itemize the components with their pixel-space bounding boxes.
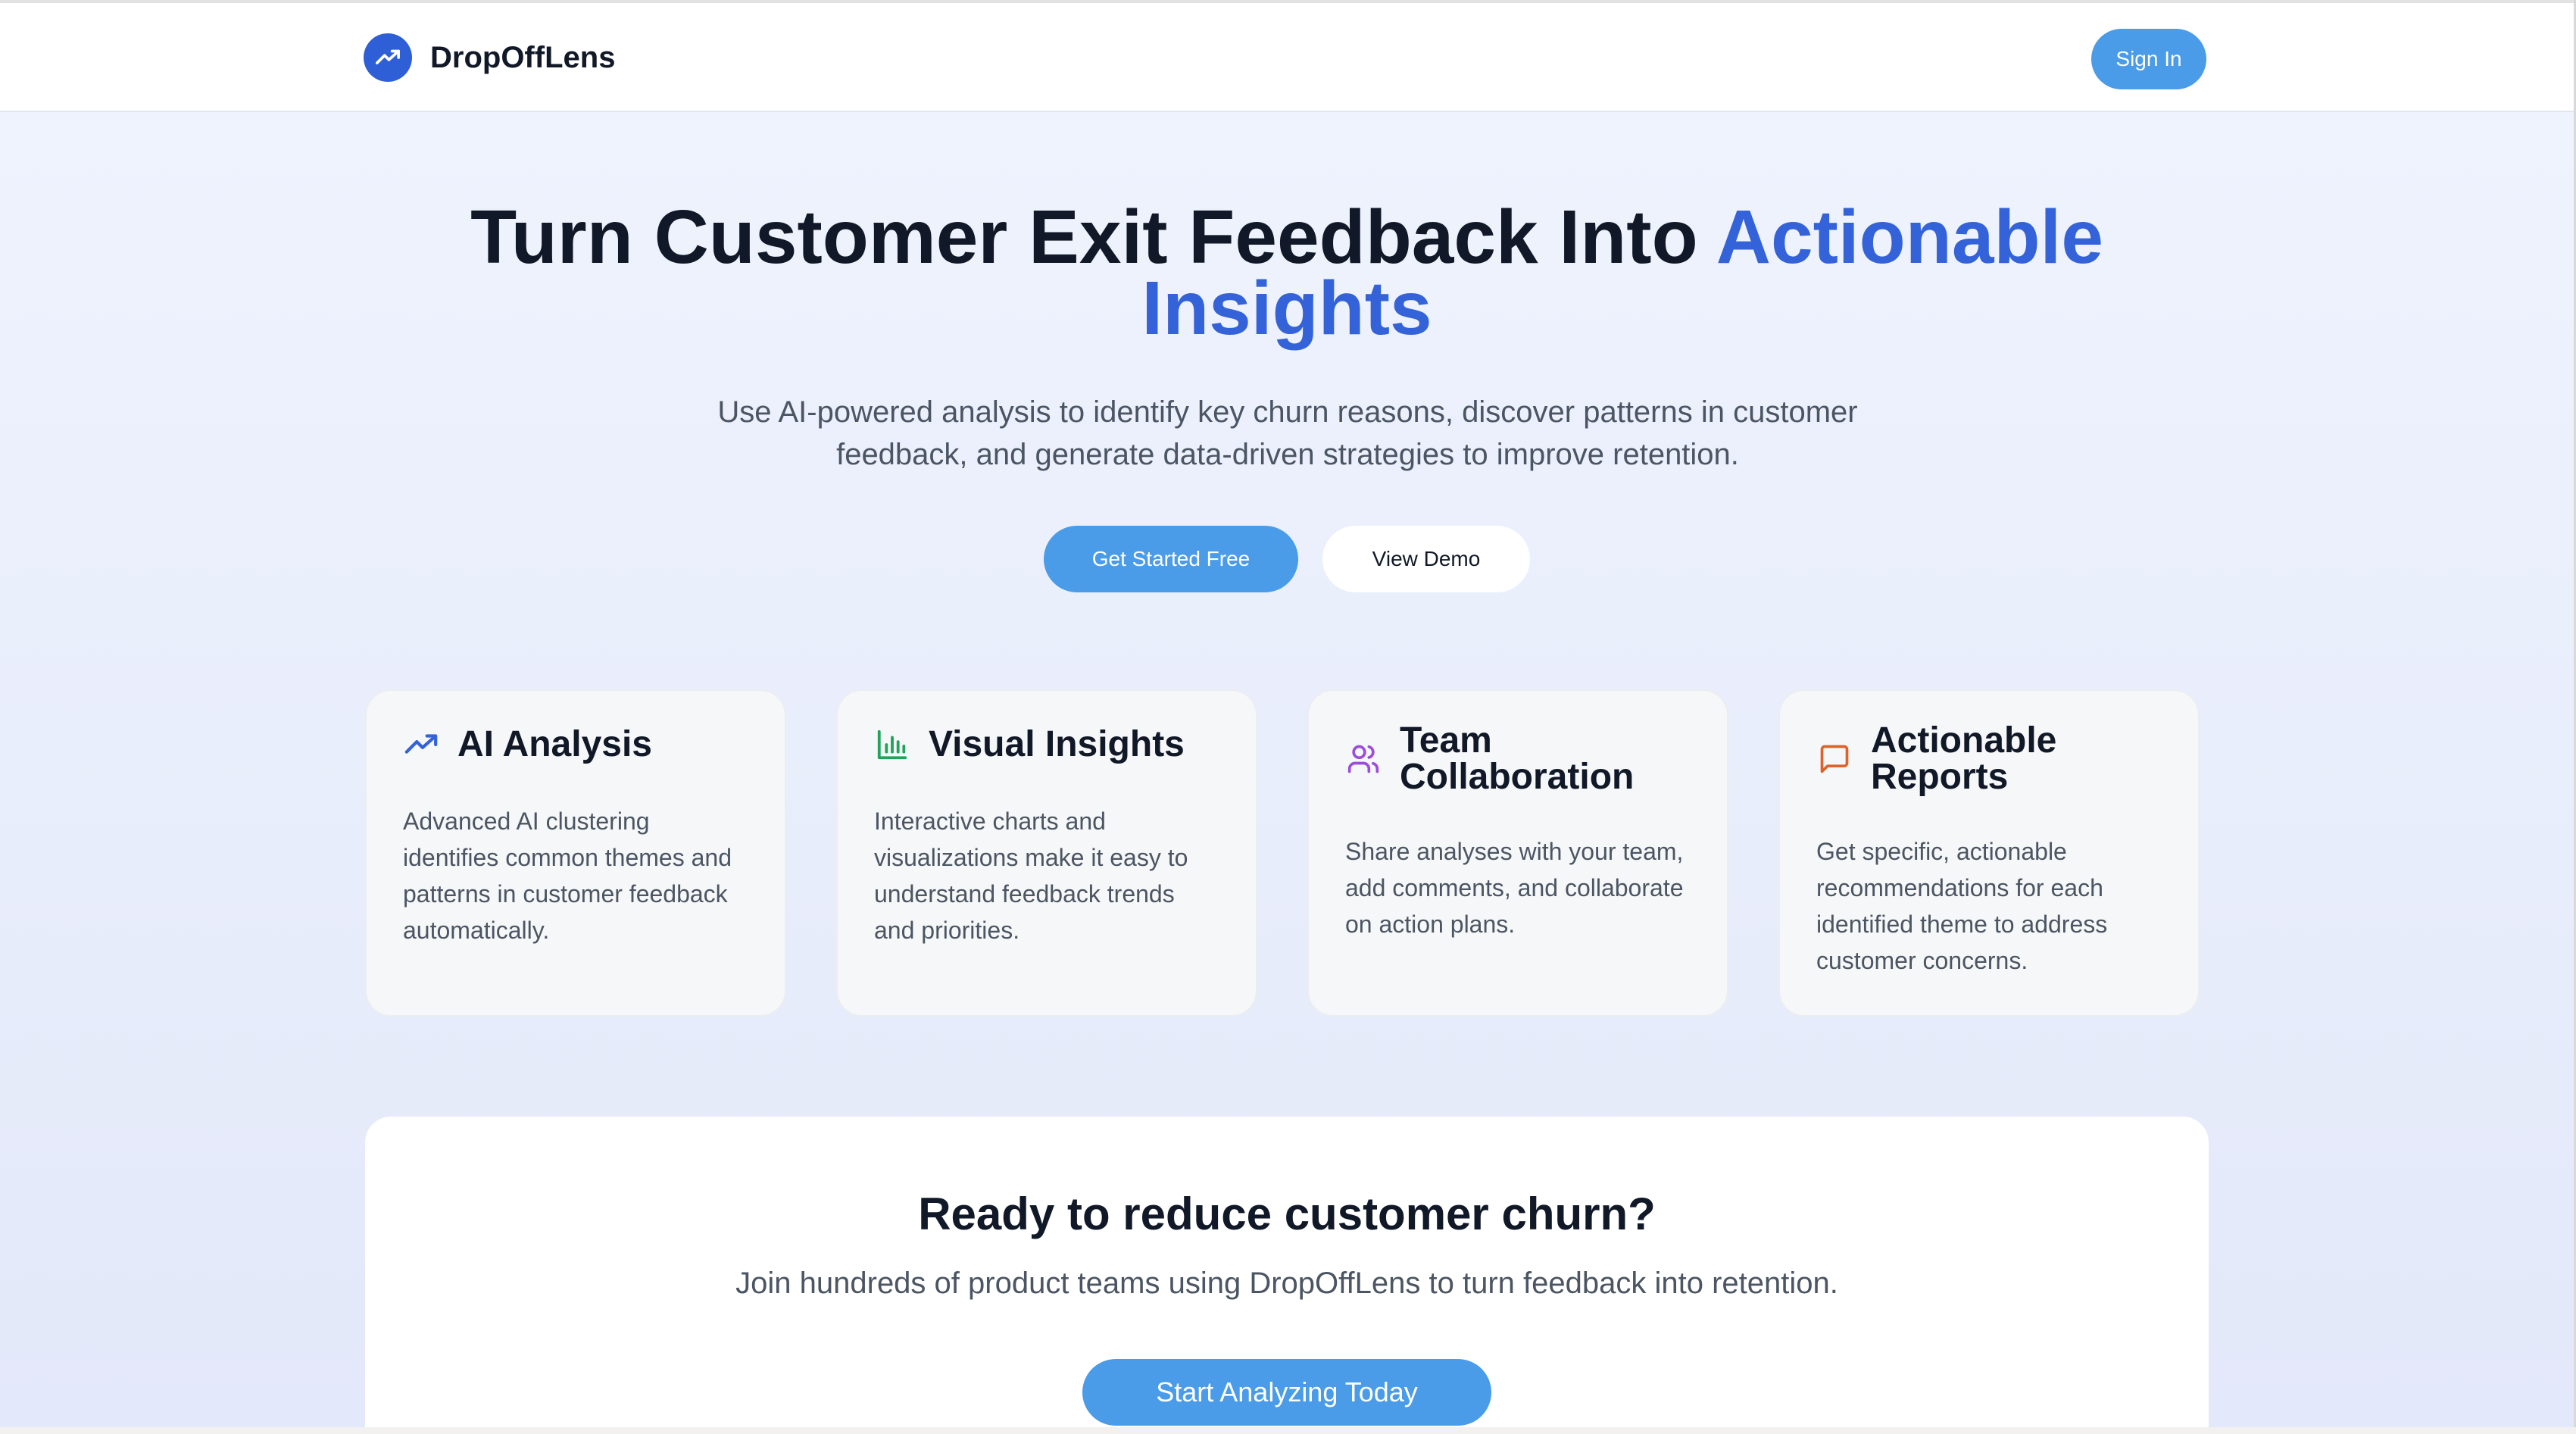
feature-card-visual-insights: Visual Insights Interactive charts and v… [836,689,1257,1017]
hero-actions: Get Started Free View Demo [0,526,2574,592]
brand[interactable]: DropOffLens [364,33,615,82]
get-started-button[interactable]: Get Started Free [1044,526,1298,592]
bar-chart-icon [874,726,910,763]
users-icon [1345,741,1382,777]
feature-description: Get specific, actionable recommendations… [1816,838,2108,974]
feature-card-ai-analysis: AI Analysis Advanced AI clustering ident… [365,689,786,1017]
trending-up-icon [364,33,412,82]
feature-title: Actionable Reports [1871,720,2057,797]
feature-cards: AI Analysis Advanced AI clustering ident… [365,689,2200,1017]
message-square-icon [1816,741,1853,777]
hero-title: Turn Customer Exit Feedback Into Actiona… [0,199,2574,351]
view-demo-button[interactable]: View Demo [1322,526,1530,592]
feature-card-team-collaboration: Team Collaboration Share analyses with y… [1307,689,1728,1017]
hero-title-accent-1: Actionable [1716,195,2103,280]
cta-section: Ready to reduce customer churn? Join hun… [365,1117,2209,1427]
feature-card-actionable-reports: Actionable Reports Get specific, actiona… [1778,689,2200,1017]
page: DropOffLens Sign In Turn Customer Exit F… [0,0,2576,1427]
brand-name: DropOffLens [430,40,616,74]
feature-title: Team Collaboration [1400,720,1635,797]
hero-title-text: Turn Customer Exit Feedback Into [470,195,1716,280]
feature-description: Share analyses with your team, add comme… [1345,838,1684,938]
trending-up-icon [403,726,439,763]
start-analyzing-button[interactable]: Start Analyzing Today [1082,1359,1491,1426]
feature-description: Interactive charts and visualizations ma… [874,808,1188,944]
cta-title: Ready to reduce customer churn? [918,1189,1656,1239]
hero-subtitle: Use AI-powered analysis to identify key … [717,395,1858,471]
feature-title: AI Analysis [457,724,652,764]
feature-description: Advanced AI clustering identifies common… [403,808,732,944]
feature-title: Visual Insights [929,724,1185,764]
cta-subtitle: Join hundreds of product teams using Dro… [735,1267,1838,1300]
site-header: DropOffLens Sign In [0,3,2574,112]
hero-title-accent-2: Insights [1141,266,1432,351]
sign-in-button[interactable]: Sign In [2091,29,2206,89]
